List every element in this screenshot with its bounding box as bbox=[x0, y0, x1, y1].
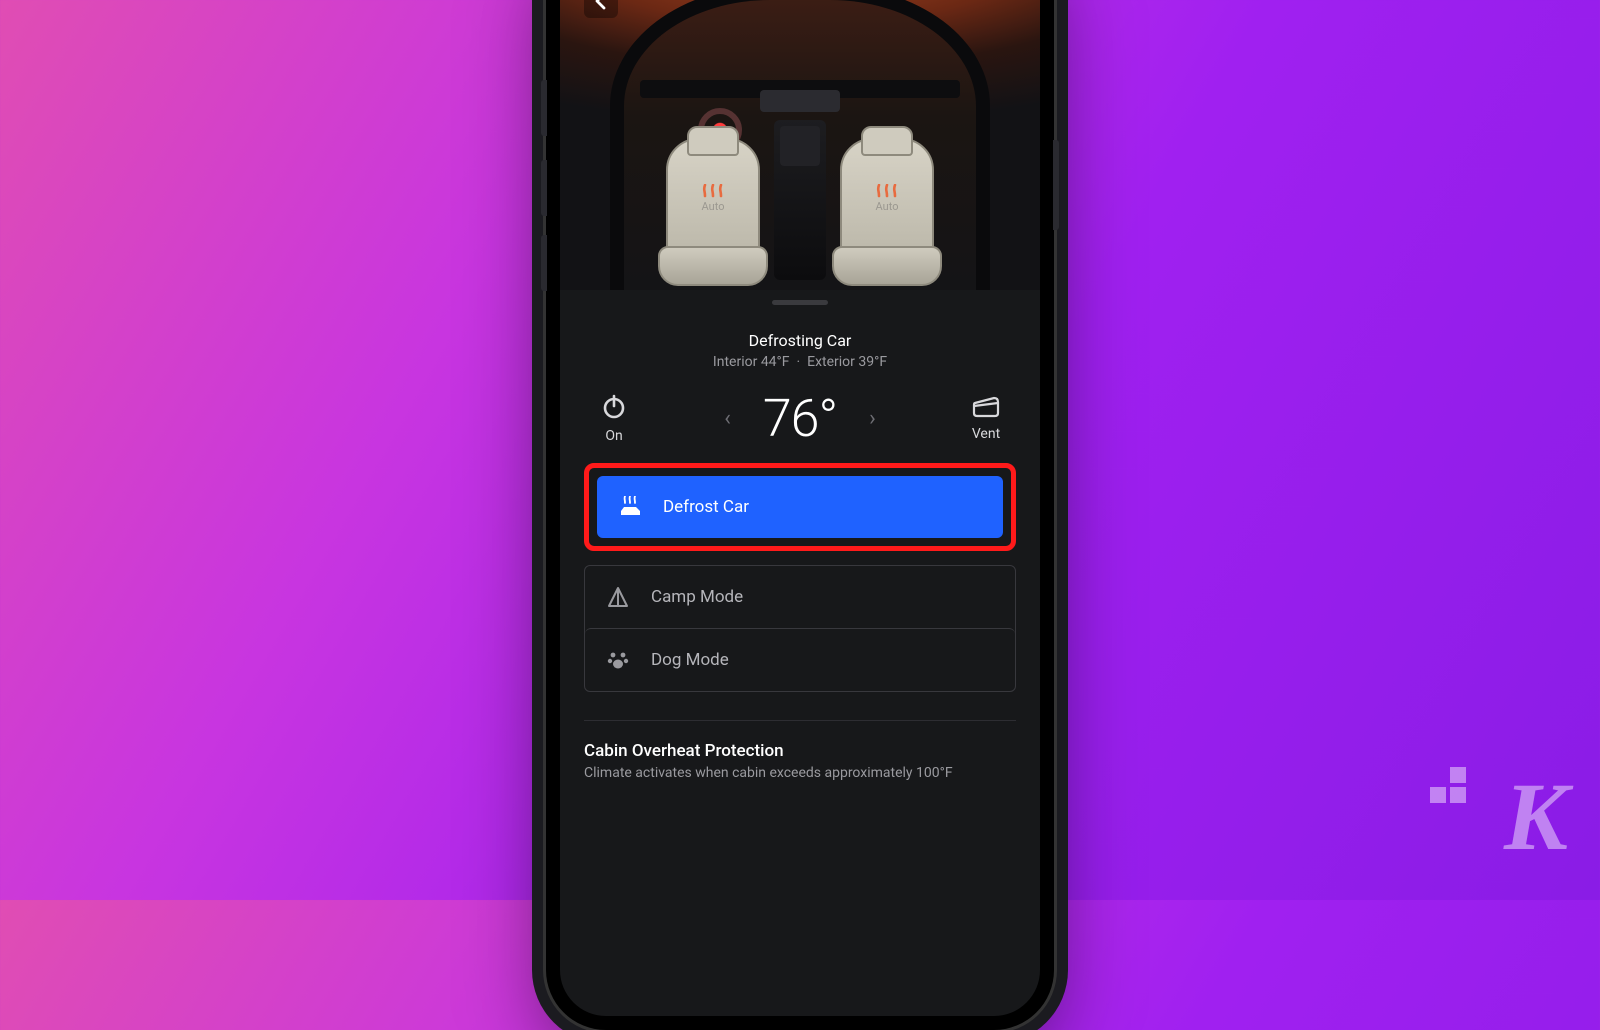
mode-label: Defrost Car bbox=[663, 497, 749, 517]
phone-screen: 12:08 bbox=[560, 0, 1040, 1016]
defrost-icon bbox=[619, 496, 641, 518]
driver-seat[interactable]: Auto bbox=[658, 138, 768, 286]
climate-status-temps: Interior 44°F · Exterior 39°F bbox=[584, 354, 1016, 370]
mode-label: Dog Mode bbox=[651, 650, 729, 670]
overheat-title: Cabin Overheat Protection bbox=[584, 741, 1016, 761]
overheat-desc: Climate activates when cabin exceeds app… bbox=[584, 765, 1016, 781]
temperature-value[interactable]: 76° bbox=[763, 388, 837, 449]
temperature-control: ‹ 76° › bbox=[714, 388, 886, 449]
vent-icon bbox=[972, 396, 1000, 418]
highlight-annotation: Defrost Car bbox=[584, 463, 1016, 551]
watermark-logo: K bbox=[1504, 761, 1564, 872]
overheat-section[interactable]: Cabin Overheat Protection Climate activa… bbox=[584, 741, 1016, 781]
power-button[interactable]: On bbox=[584, 394, 644, 444]
mode-label: Camp Mode bbox=[651, 587, 743, 607]
vent-button[interactable]: Vent bbox=[956, 396, 1016, 442]
rearview-mirror bbox=[760, 90, 840, 112]
mode-dog[interactable]: Dog Mode bbox=[585, 628, 1015, 691]
power-label: On bbox=[605, 428, 622, 444]
power-icon bbox=[601, 394, 627, 420]
vent-label: Vent bbox=[972, 426, 1000, 442]
passenger-seat[interactable]: Auto bbox=[832, 138, 942, 286]
tent-icon bbox=[607, 586, 629, 608]
mode-camp[interactable]: Camp Mode bbox=[585, 566, 1015, 628]
divider bbox=[584, 720, 1016, 721]
climate-status: Defrosting Car Interior 44°F · Exterior … bbox=[584, 331, 1016, 370]
climate-status-title: Defrosting Car bbox=[584, 331, 1016, 350]
mode-defrost[interactable]: Defrost Car bbox=[597, 476, 1003, 538]
phone-frame: 12:08 bbox=[546, 0, 1054, 1030]
seat-heat-icon: Auto bbox=[875, 184, 899, 213]
temp-increase[interactable]: › bbox=[859, 396, 886, 441]
center-console bbox=[774, 120, 826, 280]
temp-decrease[interactable]: ‹ bbox=[714, 396, 741, 441]
paw-icon bbox=[607, 649, 629, 671]
back-button[interactable] bbox=[584, 0, 618, 18]
chevron-left-icon bbox=[594, 0, 608, 10]
car-interior-hero[interactable]: Auto Auto bbox=[560, 0, 1040, 290]
seat-heat-icon: Auto bbox=[701, 184, 725, 213]
